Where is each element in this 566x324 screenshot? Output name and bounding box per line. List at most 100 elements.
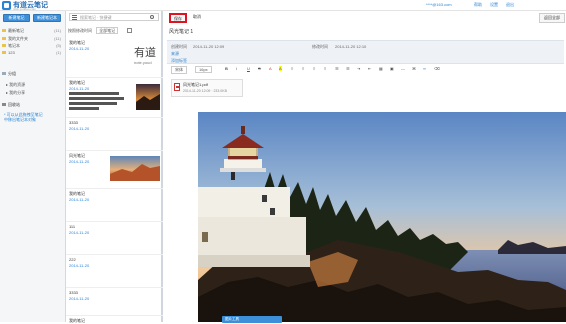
note-title: 3333 <box>69 120 78 125</box>
search-icon[interactable] <box>150 15 154 19</box>
align-left-icon[interactable]: ≡ <box>291 66 293 71</box>
view-toggle-icon[interactable] <box>127 28 133 34</box>
list-item[interactable]: 我的笔记 <box>66 316 163 323</box>
sidebar-item-notebook[interactable]: 笔记本 <box>2 43 20 49</box>
outdent-icon[interactable]: ⇤ <box>368 66 371 71</box>
logo-icon <box>2 1 11 10</box>
sidebar: 新建笔记 新建笔记本 最新笔记 (11) 我的文件夹 (11) 笔记本 (5) … <box>0 11 66 322</box>
code-icon[interactable]: ⌘ <box>412 66 416 71</box>
cancel-button[interactable]: 取消 <box>190 13 204 23</box>
font-family-select[interactable]: 宋体 <box>171 66 187 74</box>
attachment-card[interactable]: 风光笔记1.pdf 2014-11-20 12:09 · 233.0KB <box>171 79 243 97</box>
created-value: 2014-11-20 12:09 <box>193 44 225 49</box>
strikethrough-icon[interactable]: S <box>258 66 261 71</box>
note-title-input[interactable]: 风光笔记 1 <box>169 28 193 35</box>
font-size-select[interactable]: 16px <box>195 66 212 73</box>
sidebar-item-myfolder[interactable]: 我的文件夹 <box>2 36 28 42</box>
sidebar-group[interactable]: 分组 <box>2 71 16 77</box>
font-color-icon[interactable]: A <box>269 66 272 71</box>
sort-dropdown[interactable]: 全部笔记 <box>96 27 119 34</box>
sort-selector[interactable]: 按照修改时间 全部笔记 <box>68 27 133 34</box>
table-icon[interactable]: ▦ <box>379 66 383 71</box>
sidebar-trash[interactable]: 回收站 <box>2 102 20 108</box>
user-email[interactable]: ****@163.com <box>426 2 452 7</box>
new-notebook-button[interactable]: 新建笔记本 <box>33 14 61 22</box>
trash-icon <box>2 103 6 107</box>
justify-icon[interactable]: ≡ <box>324 66 326 71</box>
list-item[interactable]: 风光笔记 2014-11-20 <box>66 151 163 189</box>
lighthouse-scene <box>198 112 566 322</box>
new-note-button[interactable]: 新建笔记 <box>3 14 30 22</box>
list-item[interactable]: 222 2014-11-20 <box>66 255 163 288</box>
underline-icon[interactable]: U <box>247 66 250 71</box>
sidebar-item-shared[interactable]: ▸ 我的分享 <box>6 90 25 96</box>
note-date: 2014-11-20 <box>69 46 90 51</box>
header-link-settings[interactable]: 设置 <box>490 2 498 8</box>
sidebar-count: (1) <box>56 50 61 55</box>
image-toolbar-label: 图片工具 <box>225 317 239 321</box>
top-bar: 有道云笔记 note.youdao.com ****@163.com 帮助 设置… <box>0 0 566 11</box>
bullet-list-icon[interactable]: ☰ <box>346 66 350 71</box>
note-date: 2014-11-20 <box>69 126 90 131</box>
search-box[interactable]: 搜索笔记 · 快捷键 <box>69 13 159 21</box>
modified-value: 2014-11-20 12:10 <box>335 44 367 49</box>
group-icon <box>2 72 6 76</box>
indent-icon[interactable]: ⇥ <box>357 66 360 71</box>
lighthouse-image[interactable] <box>198 112 566 322</box>
sidebar-count: (11) <box>54 36 61 41</box>
source-label[interactable]: 来源 <box>171 51 179 57</box>
italic-icon[interactable]: I <box>236 66 237 71</box>
format-toolbar: 宋体 16px B I U S A A ≡ ≡ ≡ ≡ ☰ ☰ ⇥ ⇤ ▦ ▣ … <box>167 64 564 74</box>
note-date: 2014-11-20 <box>69 296 90 301</box>
header-link-logout[interactable]: 退出 <box>506 2 514 8</box>
note-meta-panel: 创建时间 2014-11-20 12:09 修改时间 2014-11-20 12… <box>167 40 564 64</box>
align-right-icon[interactable]: ≡ <box>313 66 315 71</box>
note-list: 搜索笔记 · 快捷键 按照修改时间 全部笔记 我的笔记 2014-11-20 有… <box>66 11 163 323</box>
clear-format-icon[interactable]: ⌫ <box>434 66 440 71</box>
list-item[interactable]: 111 2014-11-20 <box>66 222 163 255</box>
link-icon[interactable]: ∞ <box>423 66 426 71</box>
folder-icon <box>2 44 6 48</box>
attachment-name: 风光笔记1.pdf <box>183 82 208 87</box>
app-logo[interactable]: 有道云笔记 note.youdao.com <box>2 1 57 11</box>
desert-thumbnail <box>110 156 160 181</box>
folder-icon <box>2 37 6 41</box>
back-button[interactable]: 返回全部 <box>539 13 565 23</box>
folder-icon <box>2 29 6 33</box>
sidebar-item-resources[interactable]: ▸ 我的资源 <box>6 82 25 88</box>
banner-thumb-sub: note.youd <box>134 60 152 65</box>
hr-icon[interactable]: — <box>401 66 405 71</box>
note-date: 2014-11-20 <box>69 159 90 164</box>
banner-thumb-text: 有道 <box>134 47 156 59</box>
sidebar-hint: * 可以从此拖拽至笔记 中移出笔记本对象 <box>4 112 43 122</box>
modified-label: 修改时间 <box>312 44 328 49</box>
align-center-icon[interactable]: ≡ <box>302 66 304 71</box>
note-date: 2014-11-20 <box>69 263 90 268</box>
save-button[interactable]: 保存 <box>169 13 187 23</box>
list-item[interactable]: 3333 2014-11-20 <box>66 288 163 316</box>
note-title: 3333 <box>69 290 78 295</box>
note-date: 2014-11-20 <box>69 197 90 202</box>
sidebar-item-recent[interactable]: 最新笔记 <box>2 28 24 34</box>
header-link-help[interactable]: 帮助 <box>474 2 482 8</box>
menu-icon[interactable] <box>72 15 77 20</box>
list-item[interactable]: 我的笔记 2014-11-20 <box>66 189 163 222</box>
attachment-info: 2014-11-20 12:09 · 233.0KB <box>183 89 227 93</box>
note-date: 2014-11-20 <box>69 86 90 91</box>
note-title: 111 <box>69 224 76 229</box>
note-title: 我的笔记 <box>69 318 85 323</box>
note-editor: 保存 取消 返回全部 风光笔记 1 创建时间 2014-11-20 12:09 … <box>165 11 566 323</box>
sidebar-count: (5) <box>56 43 61 48</box>
list-item[interactable]: 我的笔记 2014-11-20 <box>66 78 163 118</box>
highlight-icon[interactable]: A <box>279 66 282 71</box>
list-item[interactable]: 3333 2014-11-20 <box>66 118 163 151</box>
sunset-thumbnail <box>136 84 160 110</box>
pdf-icon <box>174 83 180 91</box>
search-input[interactable]: 搜索笔记 · 快捷键 <box>80 15 112 21</box>
ordered-list-icon[interactable]: ☰ <box>335 66 339 71</box>
image-insert-icon[interactable]: ▣ <box>390 66 394 71</box>
bold-icon[interactable]: B <box>225 66 228 71</box>
sidebar-item-123[interactable]: 123 <box>2 50 15 55</box>
sidebar-count: (11) <box>54 28 61 33</box>
list-item[interactable]: 我的笔记 2014-11-20 有道 note.youd <box>66 38 163 78</box>
